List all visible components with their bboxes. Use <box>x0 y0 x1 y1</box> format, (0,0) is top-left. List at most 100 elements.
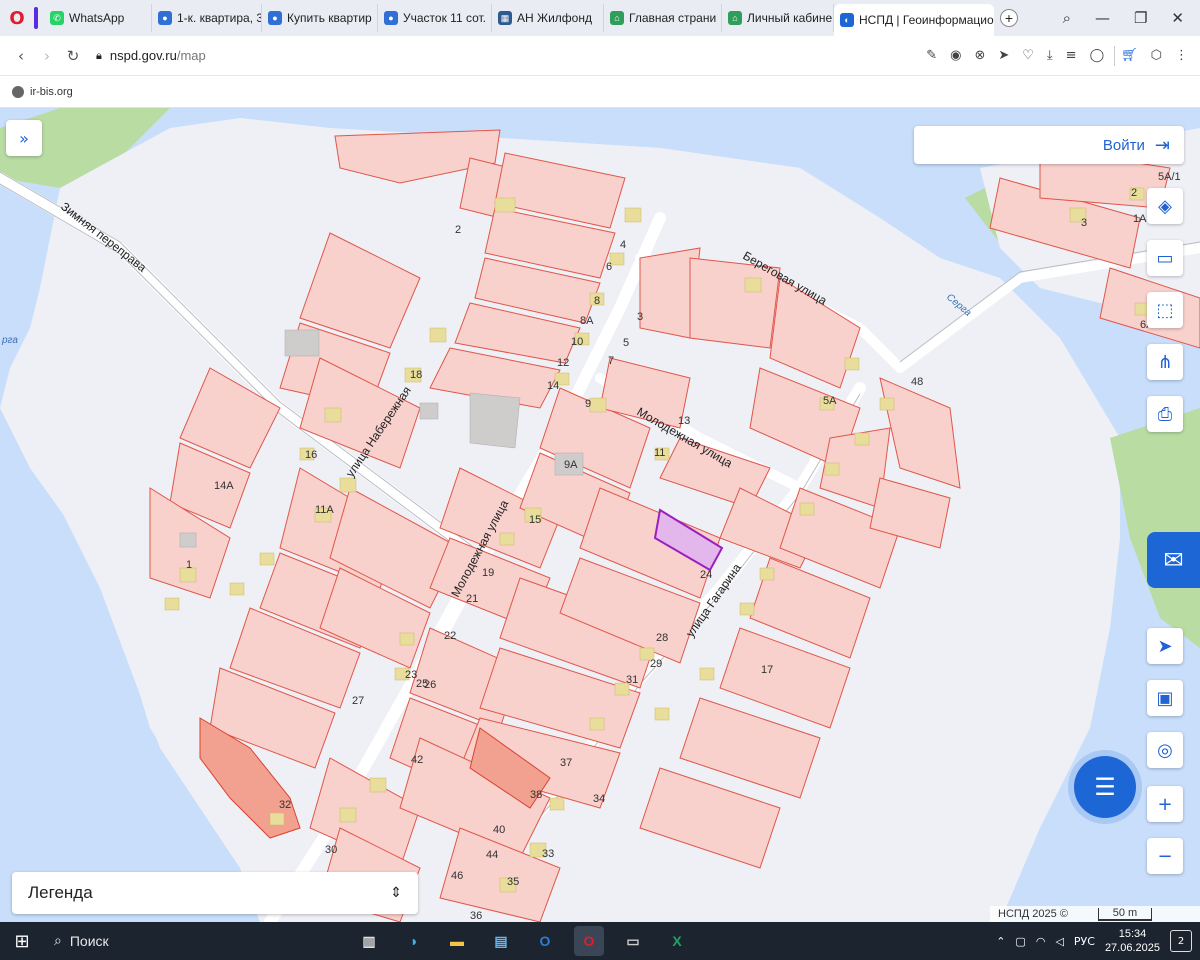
window-controls: ⌕ — ❐ ✕ <box>1063 9 1200 27</box>
address-actions: ✎ ◉ ⊗ ➤ ♡ ⤓ ≡ ◯ <box>926 48 1108 63</box>
expand-chevron-icon[interactable]: ⇕ <box>390 885 402 901</box>
zoom-in-button[interactable]: + <box>1147 786 1183 822</box>
opera-logo-icon[interactable]: O <box>0 0 34 36</box>
tab-zhilfond[interactable]: ▦ АН Жилфонд <box>492 4 604 32</box>
picture-in-picture-button[interactable]: ▣ <box>1147 680 1183 716</box>
parcel-number-label: 6 <box>606 261 612 273</box>
url-field[interactable]: 🔒︎ nspd.gov.ru/map <box>96 48 926 63</box>
excel-icon[interactable]: X <box>662 926 692 956</box>
chevron-up-icon[interactable]: ⌃ <box>996 935 1005 948</box>
attribution-text: НСПД 2025 © <box>998 908 1068 920</box>
camera-icon[interactable]: ◉ <box>950 48 961 63</box>
clock[interactable]: 15:34 27.06.2025 <box>1105 927 1160 955</box>
tab-label: Купить квартир <box>287 11 372 25</box>
avito-icon: ● <box>268 11 282 25</box>
file-explorer-icon[interactable]: ▬ <box>442 926 472 956</box>
taskbar-search[interactable]: ⌕ Поиск <box>44 933 294 949</box>
parcel-number-label: 37 <box>560 757 572 769</box>
lock-icon: 🔒︎ <box>96 48 102 62</box>
parcel-number-label: 3 <box>637 311 643 323</box>
menu-icon[interactable]: ≡ <box>1066 48 1077 63</box>
cube-icon[interactable]: ⬡ <box>1151 48 1162 63</box>
tab-apartment[interactable]: ● 1-к. квартира, 3( <box>152 4 262 32</box>
reload-button[interactable]: ↻ <box>60 47 86 65</box>
parcel-number-label: 42 <box>411 754 423 766</box>
minimize-icon[interactable]: — <box>1095 9 1110 27</box>
chat-bubble-icon: ✉ <box>1163 546 1184 574</box>
parcel-number-label: 48 <box>911 376 923 388</box>
expand-panel-button[interactable]: » <box>6 120 42 156</box>
parcel-number-label: 1 <box>186 559 192 571</box>
back-button[interactable]: ‹ <box>8 47 34 65</box>
tab-personal-account[interactable]: ⌂ Личный кабине <box>722 4 834 32</box>
url-path: /map <box>176 48 206 63</box>
print-button[interactable]: ⎙ <box>1147 396 1183 432</box>
tab-land-plot[interactable]: ● Участок 11 сот. <box>378 4 492 32</box>
download-icon[interactable]: ⤓ <box>1047 48 1053 63</box>
parcel-number-label: 2 <box>1131 187 1137 199</box>
parcel-number-label: 40 <box>493 824 505 836</box>
tab-label: АН Жилфонд <box>517 11 592 25</box>
maximize-icon[interactable]: ❐ <box>1134 9 1147 27</box>
share-button[interactable]: ⋔ <box>1147 344 1183 380</box>
parcel-number-label: 18 <box>410 369 422 381</box>
parcel-number-label: 36 <box>470 910 482 922</box>
select-area-icon: ⬚ <box>1156 299 1174 321</box>
login-button[interactable]: Войти ⇥ <box>914 126 1184 164</box>
support-chat-button[interactable]: ☰ <box>1074 756 1136 818</box>
target-icon: ◎ <box>1157 739 1173 761</box>
outlook-icon[interactable]: O <box>530 926 560 956</box>
parcel-number-label: 17 <box>761 664 773 676</box>
close-icon[interactable]: ✕ <box>1171 9 1184 27</box>
tab-whatsapp[interactable]: ✆ WhatsApp <box>44 4 152 32</box>
service-panel-tab[interactable]: ✉ <box>1147 532 1200 588</box>
parcel-number-label: 44 <box>486 849 498 861</box>
opera-taskbar-icon[interactable]: O <box>574 926 604 956</box>
printer-icon: ⎙ <box>1157 403 1173 425</box>
measure-button[interactable]: ▭ <box>1147 240 1183 276</box>
screen-icon[interactable]: ▭ <box>618 926 648 956</box>
shield-icon[interactable]: ⊗ <box>974 48 985 63</box>
cart-icon[interactable]: 🛒︎ <box>1121 48 1138 63</box>
tab-buy-apartment[interactable]: ● Купить квартир <box>262 4 378 32</box>
camera-icon[interactable]: ▢ <box>1015 935 1025 948</box>
sidebar-accent <box>34 7 38 29</box>
parcel-number-label: 8А <box>580 315 594 327</box>
parcel-number-label: 14 <box>547 380 559 392</box>
location-search-button[interactable]: ◎ <box>1147 732 1183 768</box>
clock-time: 15:34 <box>1118 928 1147 940</box>
area-search-button[interactable]: ⬚ <box>1147 292 1183 328</box>
profile-icon[interactable]: ◯ <box>1090 48 1105 63</box>
heart-icon[interactable]: ♡ <box>1022 48 1034 63</box>
tab-nspd[interactable]: ◐ НСПД | Геоинформацио <box>834 4 994 36</box>
layers-button[interactable]: ◈ <box>1147 188 1183 224</box>
address-bar: ‹ › ↻ 🔒︎ nspd.gov.ru/map ✎ ◉ ⊗ ➤ ♡ ⤓ ≡ ◯… <box>0 36 1200 76</box>
legend-panel[interactable]: Легенда ⇕ <box>12 872 418 914</box>
search-icon: ⌕ <box>54 933 62 949</box>
send-icon[interactable]: ➤ <box>998 48 1009 63</box>
forward-button[interactable]: › <box>34 47 60 65</box>
map-canvas[interactable]: Зимняя переправа улица Набережная Молоде… <box>0 108 1200 922</box>
parcel-number-label: 4 <box>620 239 626 251</box>
wifi-icon[interactable]: ◠ <box>1036 935 1046 948</box>
edit-icon[interactable]: ✎ <box>926 48 937 63</box>
notifications-icon[interactable]: 2 <box>1170 930 1192 952</box>
bookmark-link[interactable]: ir-bis.org <box>30 86 73 98</box>
edge-icon[interactable]: ◑ <box>398 926 428 956</box>
parcel-number-label: 11 <box>654 447 665 459</box>
tab-main-page[interactable]: ⌂ Главная страни <box>604 4 722 32</box>
volume-icon[interactable]: ◁ <box>1055 935 1063 948</box>
more-icon[interactable]: ⋮ <box>1175 48 1188 63</box>
windows-start-icon[interactable]: ⊞ <box>0 931 44 952</box>
store-icon[interactable]: ▤ <box>486 926 516 956</box>
language-indicator[interactable]: РУС <box>1074 935 1095 948</box>
parcel-number-label: 31 <box>626 674 638 686</box>
zoom-out-button[interactable]: − <box>1147 838 1183 874</box>
tab-search-icon[interactable]: ⌕ <box>1063 9 1071 27</box>
geolocation-button[interactable]: ➤ <box>1147 628 1183 664</box>
task-view-icon[interactable]: ▥ <box>354 926 384 956</box>
new-tab-button[interactable]: + <box>1000 9 1018 27</box>
parcel-number-label: 10 <box>571 336 583 348</box>
parcel-number-label: 11А <box>315 504 334 516</box>
parcel-number-label: 46 <box>451 870 463 882</box>
